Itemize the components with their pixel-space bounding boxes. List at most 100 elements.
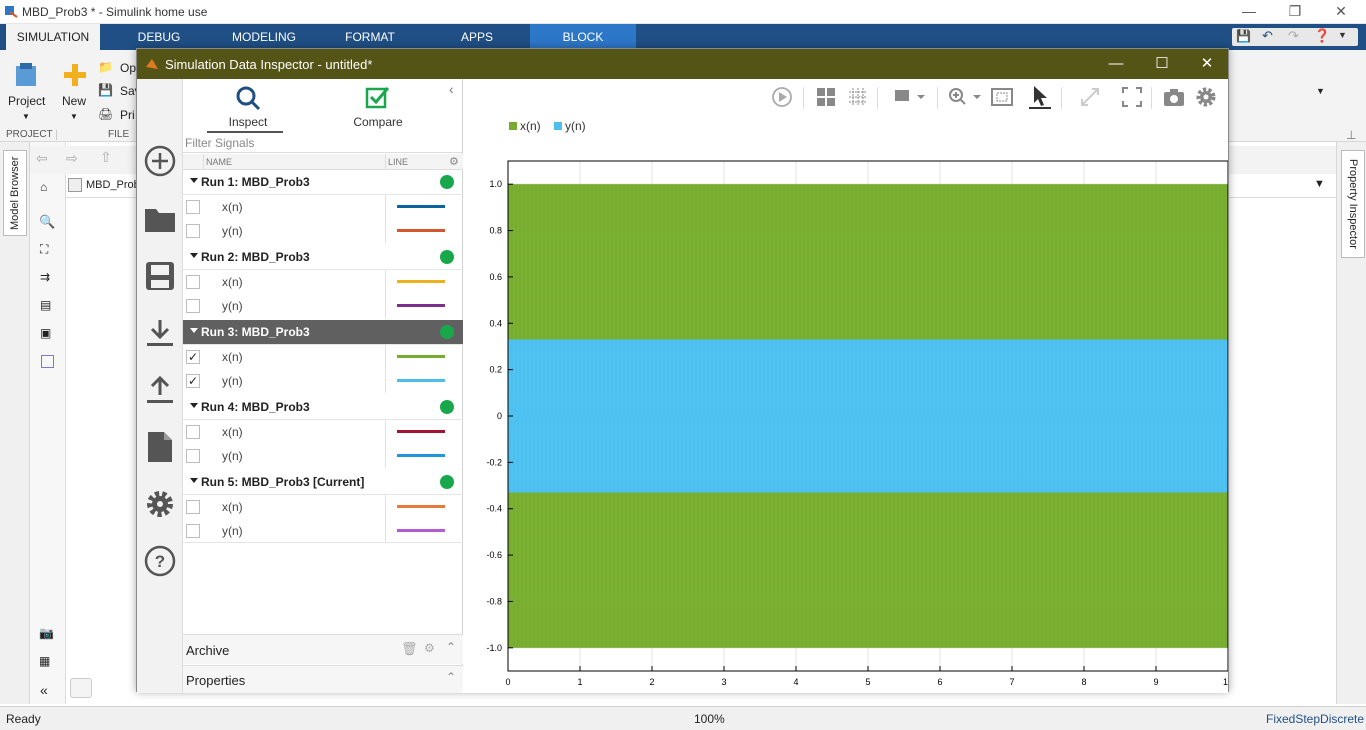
fit-view-icon[interactable]: ⛶ [40, 242, 48, 257]
grid-button[interactable] [843, 83, 873, 111]
cursor-button[interactable] [1025, 83, 1055, 111]
property-inspector-tab[interactable]: Property Inspector [1341, 150, 1365, 258]
open-button[interactable] [137, 197, 183, 241]
redo-icon[interactable]: ↷ [1288, 28, 1299, 44]
column-line[interactable]: LINE [388, 157, 408, 167]
gear-icon[interactable]: ⚙ [424, 641, 435, 655]
tab-apps[interactable]: APPS [452, 24, 502, 50]
back-arrow-icon[interactable]: ⇦ [36, 150, 48, 167]
chevron-down-icon[interactable] [190, 478, 198, 483]
line-swatch[interactable] [397, 355, 445, 358]
restore-button[interactable]: ❐ [1272, 0, 1318, 24]
signal-row[interactable]: ✓ y(n) [183, 369, 463, 393]
solver-link[interactable]: FixedStepDiscrete [1266, 712, 1364, 726]
project-button[interactable]: Project [8, 94, 45, 108]
sdi-minimize-button[interactable]: — [1093, 49, 1139, 79]
signal-row[interactable]: y(n) [183, 519, 463, 543]
line-swatch[interactable] [397, 280, 445, 283]
close-button[interactable]: ✕ [1318, 0, 1364, 24]
signal-row[interactable]: x(n) [183, 270, 463, 294]
report-icon[interactable]: ▦ [39, 654, 50, 668]
ribbon-expand-button[interactable]: ▼ [1310, 56, 1332, 136]
annotation-icon[interactable]: ▤ [40, 298, 51, 312]
chevron-down-icon[interactable] [190, 178, 198, 183]
preferences-button[interactable] [137, 482, 183, 526]
collapse-icon[interactable]: « [40, 682, 48, 698]
model-browser-tab[interactable]: Model Browser [3, 150, 27, 236]
new-session-button[interactable] [137, 139, 183, 183]
tab-block[interactable]: BLOCK [530, 24, 636, 50]
minimize-button[interactable]: — [1226, 0, 1272, 24]
line-swatch[interactable] [397, 454, 445, 457]
chevron-down-icon[interactable] [190, 328, 198, 333]
run-row[interactable]: Run 4: MBD_Prob3 [183, 395, 463, 420]
nav-back-icon[interactable]: ⌂ [40, 180, 47, 194]
forward-arrow-icon[interactable]: ⇨ [66, 150, 78, 167]
signal-checkbox[interactable] [186, 224, 200, 238]
column-settings-icon[interactable]: ⚙ [449, 155, 459, 168]
run-row[interactable]: Run 2: MBD_Prob3 [183, 245, 463, 270]
chevron-down-icon[interactable]: ▼ [70, 112, 78, 121]
legend-item[interactable]: x(n) [509, 119, 541, 133]
chevron-down-icon[interactable]: ▼ [1314, 178, 1325, 190]
chevron-down-icon[interactable] [190, 403, 198, 408]
tab-modeling[interactable]: MODELING [226, 24, 302, 50]
up-arrow-icon[interactable]: ⇧ [100, 149, 112, 166]
tab-compare[interactable]: Compare [313, 79, 443, 133]
signal-row[interactable]: x(n) [183, 420, 463, 444]
fit-to-view-button[interactable] [987, 83, 1017, 111]
report-button[interactable] [137, 425, 183, 469]
chevron-down-icon[interactable]: ▼ [1338, 30, 1347, 40]
print-button[interactable]: Pri [120, 108, 135, 122]
chevron-down-icon[interactable] [190, 253, 198, 258]
signal-checkbox-checked[interactable]: ✓ [186, 374, 200, 388]
camera-icon[interactable]: 📷 [39, 626, 54, 640]
chevron-up-icon[interactable]: ⌃ [446, 670, 456, 684]
save-button[interactable] [137, 254, 183, 298]
filter-signals-input[interactable]: Filter Signals [183, 135, 463, 153]
chevron-down-icon[interactable]: ▼ [22, 112, 30, 121]
tab-inspect[interactable]: Inspect [183, 79, 313, 133]
signal-icon[interactable]: ⇉ [40, 270, 50, 284]
sdi-maximize-button[interactable]: ☐ [1139, 49, 1185, 79]
zoom-icon[interactable]: 🔍 [39, 214, 55, 230]
signal-checkbox[interactable] [186, 299, 200, 313]
save-icon[interactable]: 💾 [1236, 29, 1251, 43]
signal-checkbox[interactable] [186, 524, 200, 538]
signal-row[interactable]: ✓ x(n) [183, 345, 463, 369]
image-icon[interactable]: ▣ [40, 326, 51, 340]
signal-row[interactable]: x(n) [183, 195, 463, 219]
line-swatch[interactable] [397, 304, 445, 307]
import-button[interactable] [137, 311, 183, 355]
open-button[interactable]: Op [120, 61, 136, 75]
data-icon[interactable] [70, 678, 92, 698]
signal-checkbox[interactable] [186, 500, 200, 514]
run-row-selected[interactable]: Run 3: MBD_Prob3 [183, 320, 463, 345]
archive-section[interactable]: Archive 🗑 ⚙ ⌃ [183, 634, 463, 664]
expand-button[interactable] [1075, 83, 1105, 111]
line-swatch[interactable] [397, 430, 445, 433]
snapshot-button[interactable] [1159, 83, 1189, 111]
tab-format[interactable]: FORMAT [338, 24, 402, 50]
signal-plot[interactable]: 0 1 2 3 4 5 6 7 8 9 10 1.0 0.8 0.6 0.4 0.2 0 -0.2 -0.4 -0.6… [463, 135, 1228, 693]
tab-debug[interactable]: DEBUG [134, 24, 184, 50]
legend-item[interactable]: y(n) [554, 119, 586, 133]
help-icon[interactable]: ❓ [1314, 28, 1330, 44]
new-button[interactable]: New [62, 94, 86, 108]
signal-checkbox[interactable] [186, 275, 200, 289]
trash-icon[interactable]: 🗑 [401, 641, 418, 657]
signal-checkbox[interactable] [186, 200, 200, 214]
signal-row[interactable]: x(n) [183, 495, 463, 519]
zoom-button[interactable] [945, 83, 985, 111]
run-row[interactable]: Run 5: MBD_Prob3 [Current] [183, 470, 463, 495]
signal-row[interactable]: y(n) [183, 219, 463, 243]
pin-icon[interactable]: ⊥ [1346, 128, 1356, 142]
chevron-up-icon[interactable]: ⌃ [446, 640, 456, 654]
line-swatch[interactable] [397, 529, 445, 532]
signal-checkbox[interactable] [186, 425, 200, 439]
column-name[interactable]: NAME [206, 157, 232, 167]
replay-button[interactable] [767, 83, 797, 111]
run-row[interactable]: Run 1: MBD_Prob3 [183, 170, 463, 195]
line-swatch[interactable] [397, 205, 445, 208]
subplot-button[interactable] [891, 83, 931, 111]
